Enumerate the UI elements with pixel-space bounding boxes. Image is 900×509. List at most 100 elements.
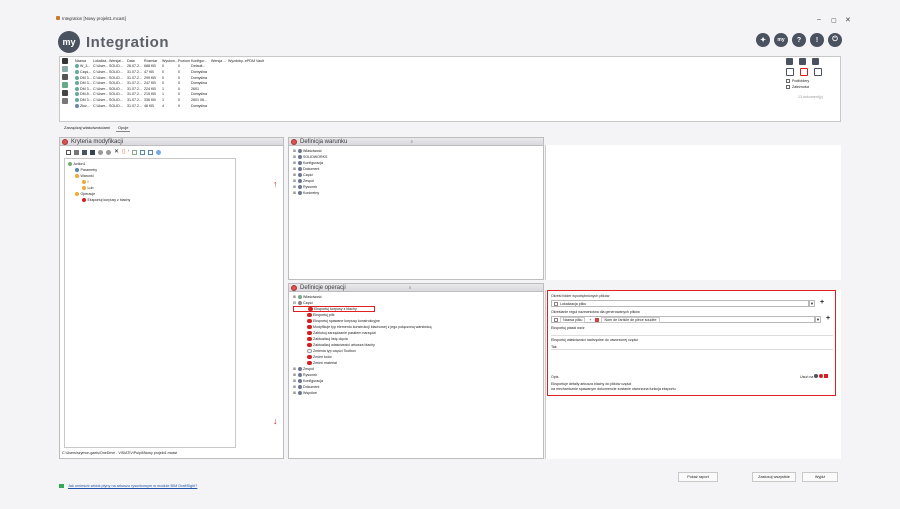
dependencies-checkbox[interactable]: Zależności [786, 85, 838, 89]
folder-label: Określ folder wyodrębnionych plików [551, 294, 610, 298]
export-icon[interactable] [786, 58, 793, 65]
window-titlebar [0, 0, 900, 28]
operation-icon [307, 312, 312, 318]
operation-settings-box: Określ folder wyodrębnionych plików Loka… [547, 290, 836, 396]
table-header-cell[interactable]: Wersja/... [109, 59, 127, 63]
rule-field[interactable]: Nazwa pliku + Nom de l'article de pièce … [551, 316, 815, 323]
condition-item[interactable]: ⊞ Konkretny [293, 190, 539, 196]
footer-link[interactable]: Jak umieścić widok płyny na arkuszu rysu… [68, 484, 197, 488]
condition-icon [297, 149, 302, 153]
table-cell: 2601 06... [191, 97, 207, 102]
tab-manage-properties[interactable]: Zarządzaj właściwościami [62, 124, 112, 132]
cart-icon[interactable] [799, 58, 806, 65]
search-icon[interactable]: ⌕ [410, 139, 413, 145]
globe-icon[interactable] [156, 150, 162, 155]
info-icon[interactable]: ! [810, 33, 824, 47]
operation-icon [307, 342, 312, 348]
filter-icon[interactable] [812, 58, 819, 65]
table-header-cell[interactable]: Nazwa [75, 59, 93, 63]
close-button[interactable]: ✕ [845, 16, 851, 24]
table-header-cell[interactable]: Konfigur... [191, 59, 211, 63]
square-icon[interactable] [148, 150, 154, 155]
folder-field[interactable]: Lokalizacja pliku [551, 300, 809, 307]
table-header-cell[interactable]: Poziom [178, 59, 191, 63]
tree-node[interactable]: Eksportuj korpusy z blachy [68, 197, 232, 203]
table-header-cell[interactable]: Wersja ... [211, 59, 228, 63]
collapse-icon[interactable] [291, 138, 297, 145]
folder-add-button[interactable]: + [820, 299, 824, 306]
flat-pattern-label: Eksportuj płaski wzór [551, 326, 585, 330]
check-icon[interactable] [140, 150, 146, 155]
cut-icon[interactable] [98, 150, 103, 155]
group-icon [297, 373, 302, 377]
condition-icon [297, 191, 302, 195]
search-icon[interactable]: ⌕ [409, 285, 412, 291]
save-icon[interactable] [82, 150, 87, 155]
move-down-arrow[interactable]: ↓ [273, 416, 278, 426]
minimize-button[interactable]: – [817, 16, 821, 23]
operation-group[interactable]: ⊞ Wspólne [293, 390, 539, 396]
project-path: C:\Users\szymon.gaels\OneDrive - VISIATI… [62, 451, 178, 455]
settings-icon[interactable] [814, 68, 822, 76]
table-cell: C:\User... [93, 69, 108, 74]
table-row[interactable]: Złoż... C:\User... SOLID... 31.07.2... 46 KB… [75, 103, 265, 109]
table-header-cell[interactable]: Wyzdoby... [228, 59, 245, 63]
grid-icon[interactable] [62, 58, 68, 64]
table-cell: 4 [162, 103, 164, 108]
rule-add-button[interactable]: + [826, 315, 830, 322]
folder-dropdown[interactable]: ▼ [809, 300, 815, 307]
tab-options[interactable]: Opcje [116, 124, 131, 132]
delete-icon[interactable]: ✕ [114, 149, 119, 155]
add-file-icon[interactable] [786, 68, 794, 76]
table-header-cell[interactable]: Rozmiar [144, 59, 162, 63]
new-icon[interactable] [66, 150, 71, 155]
power-icon[interactable]: ⏻ [828, 33, 842, 47]
rule-label: Określanie reguł nazewnictwa dla generow… [551, 310, 640, 314]
collapse-icon[interactable] [291, 284, 297, 291]
table-header-cell[interactable]: Wyskon... [162, 59, 178, 63]
table-cell: SOLID... [109, 103, 123, 108]
table-cell: 215 KB [144, 92, 156, 97]
filter-icon[interactable] [62, 74, 68, 80]
move-up-arrow[interactable]: ↑ [273, 179, 278, 189]
props-value[interactable]: Tak [551, 345, 833, 350]
table-cell: C:\User... [93, 103, 108, 108]
folder-icon[interactable] [62, 98, 68, 104]
table-header-cell[interactable]: ePDM Vault [245, 59, 265, 63]
table-cell: 0 [178, 103, 180, 108]
help-icon[interactable]: ? [792, 33, 806, 47]
info-icon[interactable]: ⁱ [128, 150, 129, 155]
copy-icon[interactable] [62, 82, 68, 88]
file-icon [75, 64, 79, 69]
maximize-button[interactable]: ▢ [831, 17, 837, 24]
gear-icon[interactable] [62, 90, 68, 96]
operation-icon [307, 360, 312, 366]
apply-all-button[interactable]: Zastosuj wszystkie [752, 472, 796, 482]
file-icon [75, 86, 79, 91]
table-cell: 31.07.2... [127, 69, 142, 74]
show-report-button[interactable]: Pokaż raport [678, 472, 718, 482]
open-file-icon[interactable] [800, 68, 808, 76]
exit-button[interactable]: Wyjdź [802, 472, 838, 482]
myicon-icon[interactable]: my [774, 33, 788, 47]
copy-icon[interactable] [106, 150, 111, 155]
add-icon[interactable] [62, 66, 68, 72]
subfolders-checkbox[interactable]: Podfoldery [786, 79, 838, 83]
brackets-icon[interactable]: {} [122, 150, 125, 155]
rule-dropdown[interactable]: ▼ [815, 316, 821, 323]
list-icon[interactable] [132, 150, 138, 155]
remove-icons[interactable] [814, 374, 828, 378]
table-cell: 26.07.2... [127, 64, 142, 69]
palette-icon[interactable]: ✦ [756, 33, 770, 47]
flat-pattern-field[interactable] [551, 331, 833, 336]
save-as-icon[interactable] [90, 150, 95, 155]
table-header-cell[interactable]: Lokaliza... [93, 59, 109, 63]
open-icon[interactable] [74, 150, 79, 155]
table-cell: DM-5... [75, 92, 93, 97]
collapse-icon[interactable] [62, 138, 68, 145]
top-icon-group: ✦ my ? ! ⏻ [756, 33, 842, 47]
file-icon [75, 75, 79, 80]
table-cell: 1 [162, 97, 164, 102]
table-cell: 0 [162, 81, 164, 86]
table-header-cell[interactable]: Data [127, 59, 144, 63]
